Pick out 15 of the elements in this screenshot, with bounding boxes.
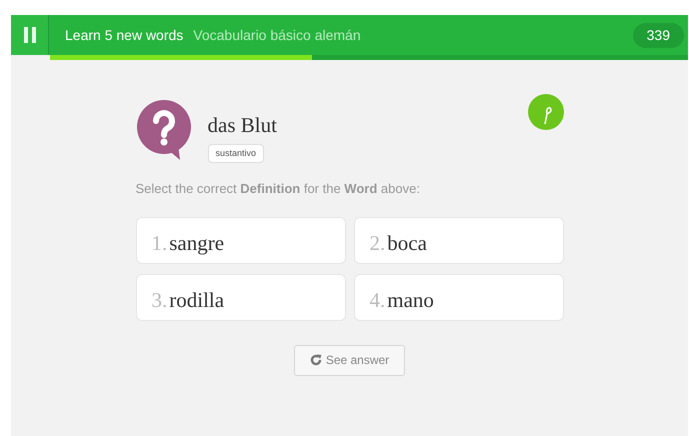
refresh-icon bbox=[310, 354, 322, 366]
word-text: das Blut bbox=[208, 112, 277, 139]
answer-option[interactable]: 3.rodilla bbox=[136, 274, 346, 320]
score-badge: 339 bbox=[632, 22, 684, 48]
sprout-icon bbox=[528, 94, 564, 130]
answer-option[interactable]: 4.mano bbox=[354, 274, 564, 320]
pause-icon bbox=[24, 27, 36, 43]
instruction-text: Select the correct Definition for the Word above: bbox=[136, 180, 421, 198]
question-bubble-icon bbox=[136, 100, 194, 160]
course-name: Vocabulario básico alemán bbox=[193, 26, 361, 44]
answer-option[interactable]: 2.boca bbox=[354, 216, 564, 264]
session-title: Learn 5 new words bbox=[65, 26, 184, 44]
pause-button[interactable] bbox=[11, 15, 49, 55]
part-of-speech-tag: sustantivo bbox=[208, 144, 264, 163]
answer-option[interactable]: 1.sangre bbox=[136, 216, 346, 264]
